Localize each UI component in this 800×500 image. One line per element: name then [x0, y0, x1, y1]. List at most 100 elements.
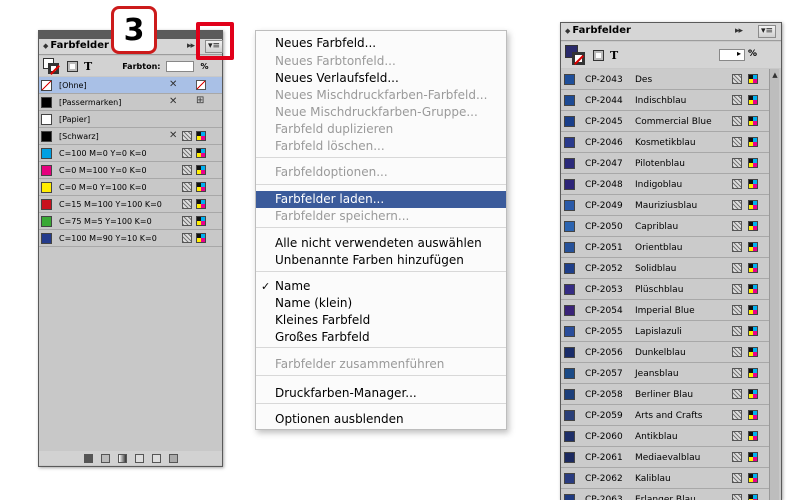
swatch-row[interactable]: [Schwarz] ✕: [39, 128, 222, 145]
tint-input[interactable]: [166, 60, 195, 72]
cmyk-mode-icon: [748, 74, 758, 84]
swatch-chip: [564, 326, 575, 337]
swatch-name: [Schwarz]: [59, 132, 99, 141]
tint-stepper-icon[interactable]: ▸: [737, 49, 741, 58]
swatch-row[interactable]: CP-2051 Orientblau: [561, 237, 769, 258]
swatch-row[interactable]: C=0 M=100 Y=0 K=0: [39, 162, 222, 179]
menu-item[interactable]: Großes Farbfeld: [256, 329, 506, 346]
menu-item[interactable]: ✓ Name: [256, 278, 506, 295]
swatch-row[interactable]: CP-2053 Plüschblau: [561, 279, 769, 300]
expand-arrows-icon[interactable]: ▸▸: [187, 41, 195, 51]
swatch-name: Dunkelblau: [635, 348, 686, 358]
swatch-row[interactable]: CP-2043 Des: [561, 69, 769, 90]
show-gradient-swatches-icon[interactable]: [117, 453, 127, 463]
swatch-row[interactable]: CP-2049 Mauriziusblau: [561, 195, 769, 216]
no-edit-icon: ✕: [169, 130, 178, 141]
cmyk-mode-icon: [748, 473, 758, 483]
swatch-row[interactable]: CP-2058 Berliner Blau: [561, 384, 769, 405]
process-color-icon: [732, 410, 742, 420]
swatch-name: C=100 M=0 Y=0 K=0: [59, 149, 147, 158]
show-color-swatches-icon[interactable]: [100, 453, 110, 463]
swatch-row[interactable]: CP-2047 Pilotenblau: [561, 153, 769, 174]
swatch-name: [Passermarken]: [59, 98, 122, 107]
swatch-name: Des: [635, 75, 653, 85]
menu-item-label: Neues Farbtonfeld...: [275, 54, 396, 68]
swatch-row[interactable]: CP-2057 Jeansblau: [561, 363, 769, 384]
process-color-icon: [732, 158, 742, 168]
swatch-row[interactable]: C=0 M=0 Y=100 K=0: [39, 179, 222, 196]
swatch-row[interactable]: CP-2044 Indischblau: [561, 90, 769, 111]
menu-item[interactable]: Neues Farbfeld...: [256, 35, 506, 52]
swatch-row[interactable]: C=100 M=0 Y=0 K=0: [39, 145, 222, 162]
tab-farbfelder[interactable]: ◆ Farbfelder: [43, 40, 109, 51]
menu-item-label: Neues Verlaufsfeld...: [275, 71, 399, 85]
swatch-row[interactable]: [Papier]: [39, 111, 222, 128]
swatch-row[interactable]: CP-2050 Capriblau: [561, 216, 769, 237]
process-color-icon: [732, 431, 742, 441]
menu-item[interactable]: Kleines Farbfeld: [256, 312, 506, 329]
cmyk-mode-icon: [748, 452, 758, 462]
menu-item[interactable]: Name (klein): [256, 295, 506, 312]
swatch-row[interactable]: CP-2052 Solidblau: [561, 258, 769, 279]
cmyk-mode-icon: [196, 131, 206, 141]
delete-swatch-icon[interactable]: [168, 453, 178, 463]
show-all-swatches-icon[interactable]: [83, 453, 93, 463]
swatch-name: C=0 M=0 Y=100 K=0: [59, 183, 147, 192]
panel-bottom-bar: [39, 451, 222, 465]
collapse-icon[interactable]: ◆: [565, 27, 570, 35]
swatch-row[interactable]: CP-2063 Erlanger Blau: [561, 489, 769, 500]
swatch-name: Jeansblau: [635, 369, 679, 379]
process-color-icon: [732, 74, 742, 84]
swatch-row[interactable]: C=75 M=5 Y=100 K=0: [39, 213, 222, 230]
cmyk-mode-icon: [196, 165, 206, 175]
expand-arrows-icon[interactable]: ▸▸: [735, 26, 743, 36]
menu-item-label: Unbenannte Farben hinzufügen: [275, 253, 464, 267]
menu-item[interactable]: Farbfelder laden...: [256, 191, 506, 208]
tint-input[interactable]: [719, 49, 745, 61]
menu-item-label: Name (klein): [275, 296, 353, 310]
fill-stroke-icon[interactable]: [43, 58, 61, 75]
swatch-row[interactable]: CP-2059 Arts and Crafts: [561, 405, 769, 426]
format-container-icon[interactable]: [67, 60, 78, 72]
new-swatch-group-icon[interactable]: [134, 453, 144, 463]
swatch-row[interactable]: C=15 M=100 Y=100 K=0: [39, 196, 222, 213]
tab-label: Farbfelder: [572, 25, 631, 36]
swatch-row[interactable]: C=100 M=90 Y=10 K=0: [39, 230, 222, 247]
swatch-row[interactable]: [Ohne] ✕: [39, 77, 222, 94]
menu-item[interactable]: Neues Verlaufsfeld...: [256, 70, 506, 87]
swatch-row[interactable]: CP-2062 Kaliblau: [561, 468, 769, 489]
swatch-row[interactable]: CP-2055 Lapislazuli: [561, 321, 769, 342]
swatch-row[interactable]: CP-2060 Antikblau: [561, 426, 769, 447]
menu-item: Neues Farbtonfeld...: [256, 53, 506, 70]
cmyk-mode-icon: [196, 216, 206, 226]
fill-stroke-icon[interactable]: [565, 45, 587, 65]
collapse-icon[interactable]: ◆: [43, 42, 48, 50]
swatch-row[interactable]: CP-2061 Mediaevalblau: [561, 447, 769, 468]
swatch-code: CP-2054: [585, 306, 623, 316]
menu-item[interactable]: Alle nicht verwendeten auswählen: [256, 235, 506, 252]
menu-separator: [256, 403, 506, 404]
cmyk-mode-icon: [748, 305, 758, 315]
format-container-icon[interactable]: [593, 49, 604, 61]
process-color-icon: [732, 242, 742, 252]
swatch-row[interactable]: [Passermarken] ✕ ⊞: [39, 94, 222, 111]
swatch-list-scrollbar[interactable]: ▲: [769, 69, 779, 500]
swatch-row[interactable]: CP-2045 Commercial Blue: [561, 111, 769, 132]
format-text-icon[interactable]: T: [84, 60, 92, 73]
swatch-row[interactable]: CP-2048 Indigoblau: [561, 174, 769, 195]
format-text-icon[interactable]: T: [610, 49, 618, 62]
menu-item-label: Großes Farbfeld: [275, 330, 370, 344]
menu-item[interactable]: Unbenannte Farben hinzufügen: [256, 252, 506, 269]
panel-menu-button[interactable]: ▾≡: [758, 25, 776, 38]
swatch-name: [Papier]: [59, 115, 91, 124]
scroll-up-icon[interactable]: ▲: [770, 71, 780, 79]
panel-tab-row: ◆ Farbfelder ▸▸ ▾≡: [561, 23, 781, 41]
new-swatch-icon[interactable]: [151, 453, 161, 463]
swatch-name: Kaliblau: [635, 474, 671, 484]
menu-item[interactable]: Optionen ausblenden: [256, 411, 506, 428]
swatch-row[interactable]: CP-2056 Dunkelblau: [561, 342, 769, 363]
tab-farbfelder[interactable]: ◆ Farbfelder: [565, 25, 631, 36]
swatch-row[interactable]: CP-2054 Imperial Blue: [561, 300, 769, 321]
swatch-row[interactable]: CP-2046 Kosmetikblau: [561, 132, 769, 153]
menu-item[interactable]: Druckfarben-Manager...: [256, 385, 506, 402]
